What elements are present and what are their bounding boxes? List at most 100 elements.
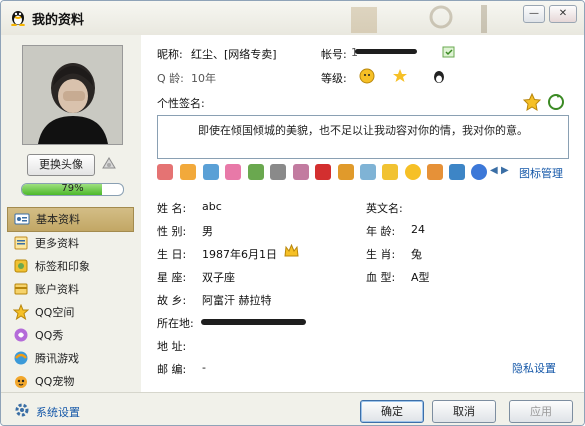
blue-badge-icon[interactable]	[203, 164, 219, 180]
postcode-value: -	[202, 361, 206, 374]
qage-value: 10年	[191, 72, 216, 85]
sidebar-item-label: 腾讯游戏	[35, 352, 79, 365]
sidebar-item-pet[interactable]: QQ宠物	[7, 370, 134, 393]
privacy-settings-link[interactable]: 隐私设置	[512, 360, 556, 376]
arrow-left-icon[interactable]: ◀	[490, 165, 498, 176]
signature-label: 个性签名:	[157, 97, 205, 110]
sidebar-item-qqshow[interactable]: QQ秀	[7, 324, 134, 347]
gear-icon[interactable]	[14, 402, 30, 418]
close-button[interactable]: ✕	[549, 5, 577, 23]
document-icon	[14, 236, 28, 250]
zodiac-value: 兔	[411, 248, 422, 261]
red-badge-icon[interactable]	[157, 164, 173, 180]
address-label: 地 址:	[157, 340, 187, 353]
sidebar: 更换头像 79% 基本资料 更多资料 标签和印象 账户资料 QQ空间 QQ秀 腾…	[1, 35, 141, 392]
sidebar-nav: 基本资料 更多资料 标签和印象 账户资料 QQ空间 QQ秀 腾讯游戏 QQ宠物	[7, 207, 134, 393]
profile-panel: 昵称: 红尘、[网络专卖] 帐号: 1 Q 龄: 10年 等级: 个性签名: 即…	[141, 35, 584, 392]
redacted-account	[355, 49, 417, 54]
name-label: 姓 名:	[157, 202, 187, 215]
globe-icon[interactable]	[360, 164, 376, 180]
profile-completion-bar: 79%	[21, 183, 124, 196]
tag-icon	[14, 259, 28, 273]
location-label: 所在地:	[157, 317, 194, 330]
minimize-button[interactable]: —	[523, 5, 545, 23]
nickname-label: 昵称:	[157, 48, 183, 61]
avatar[interactable]	[22, 45, 123, 145]
progress-label: 79%	[61, 183, 84, 194]
sidebar-item-label: 标签和印象	[35, 260, 90, 273]
english-name-label: 英文名:	[366, 202, 403, 215]
game-icon	[14, 351, 28, 365]
profile-window: 我的资料 — ✕ 更换头像 79% 基本资料 更多资料 标签和印象 账户资料 Q…	[0, 0, 585, 426]
sidebar-item-tags[interactable]: 标签和印象	[7, 255, 134, 278]
sidebar-item-more-info[interactable]: 更多资料	[7, 232, 134, 255]
blood-type-label: 血 型:	[366, 271, 396, 284]
zodiac-label: 生 肖:	[366, 248, 396, 261]
sidebar-item-account[interactable]: 账户资料	[7, 278, 134, 301]
camera-icon[interactable]	[101, 155, 117, 171]
redacted-location	[201, 319, 306, 325]
qq-penguin-icon	[11, 11, 25, 26]
blood-type-value: A型	[411, 271, 430, 284]
sidebar-item-label: 账户资料	[35, 283, 79, 296]
id-card-icon	[14, 213, 30, 225]
red-box-icon[interactable]	[315, 164, 331, 180]
account-label: 帐号:	[321, 48, 347, 61]
refresh-icon[interactable]	[547, 93, 565, 111]
constellation-label: 星 座:	[157, 271, 187, 284]
system-settings-link[interactable]: 系统设置	[36, 404, 80, 420]
nickname-value[interactable]: 红尘、[网络专卖]	[191, 46, 277, 62]
photo-icon[interactable]	[449, 164, 465, 180]
globe-blue-icon[interactable]	[471, 164, 487, 180]
icon-manage-link[interactable]: 图标管理	[519, 165, 563, 181]
title-bar[interactable]: 我的资料 — ✕	[1, 1, 584, 35]
gray-badge-icon[interactable]	[270, 164, 286, 180]
sidebar-item-games[interactable]: 腾讯游戏	[7, 347, 134, 370]
ok-button[interactable]: 确定	[360, 400, 424, 423]
star-icon	[13, 304, 29, 320]
hometown-label: 故 乡:	[157, 294, 187, 307]
postcode-label: 邮 编:	[157, 363, 187, 376]
gender-label: 性 别:	[157, 225, 187, 238]
birthday-value: 1987年6月1日	[202, 248, 277, 261]
constellation-value: 双子座	[202, 271, 235, 284]
avatar-photo	[23, 46, 122, 144]
music-icon[interactable]	[382, 164, 398, 180]
sidebar-item-label: QQ宠物	[35, 375, 75, 388]
sidebar-item-label: QQ空间	[35, 306, 75, 319]
orange-badge-icon[interactable]	[180, 164, 196, 180]
qqshow-icon	[14, 328, 28, 342]
age-label: 年 龄:	[366, 225, 396, 238]
pink-badge-icon[interactable]	[225, 164, 241, 180]
qage-label: Q 龄:	[157, 72, 184, 85]
book-icon[interactable]	[338, 164, 354, 180]
account-icon	[14, 283, 28, 295]
crown-icon[interactable]	[284, 244, 299, 258]
signature-text: 即使在倾国倾城的美貌，也不足以让我动容对你的情，我对你的意。	[198, 124, 528, 137]
sidebar-item-label: 基本资料	[36, 213, 80, 226]
person-icon[interactable]	[427, 164, 443, 180]
level-icons[interactable]	[359, 68, 409, 84]
change-avatar-button[interactable]: 更换头像	[27, 154, 95, 176]
hometown-value: 阿富汗 赫拉特	[202, 294, 272, 307]
gender-value: 男	[202, 225, 213, 238]
sidebar-item-label: QQ秀	[35, 329, 64, 342]
penguin-icon[interactable]	[431, 68, 447, 84]
copy-icon[interactable]	[441, 44, 457, 60]
cancel-button[interactable]: 取消	[432, 400, 496, 423]
sidebar-item-label: 更多资料	[35, 237, 79, 250]
footer-bar: 系统设置 确定 取消 应用	[1, 392, 584, 425]
signature-box[interactable]: 即使在倾国倾城的美貌，也不足以让我动容对你的情，我对你的意。	[157, 115, 569, 159]
apply-button[interactable]: 应用	[509, 400, 573, 423]
arrow-right-icon[interactable]: ▶	[501, 165, 509, 176]
level-label: 等级:	[321, 72, 347, 85]
sidebar-item-basic-info[interactable]: 基本资料	[7, 207, 134, 232]
green-badge-icon[interactable]	[248, 164, 264, 180]
sidebar-item-qzone[interactable]: QQ空间	[7, 301, 134, 324]
star-service-icon[interactable]	[405, 164, 421, 180]
age-value: 24	[411, 223, 425, 236]
purple-badge-icon[interactable]	[293, 164, 309, 180]
star-badge-icon[interactable]	[523, 93, 541, 111]
window-title: 我的资料	[32, 13, 85, 28]
pet-icon	[15, 376, 27, 388]
